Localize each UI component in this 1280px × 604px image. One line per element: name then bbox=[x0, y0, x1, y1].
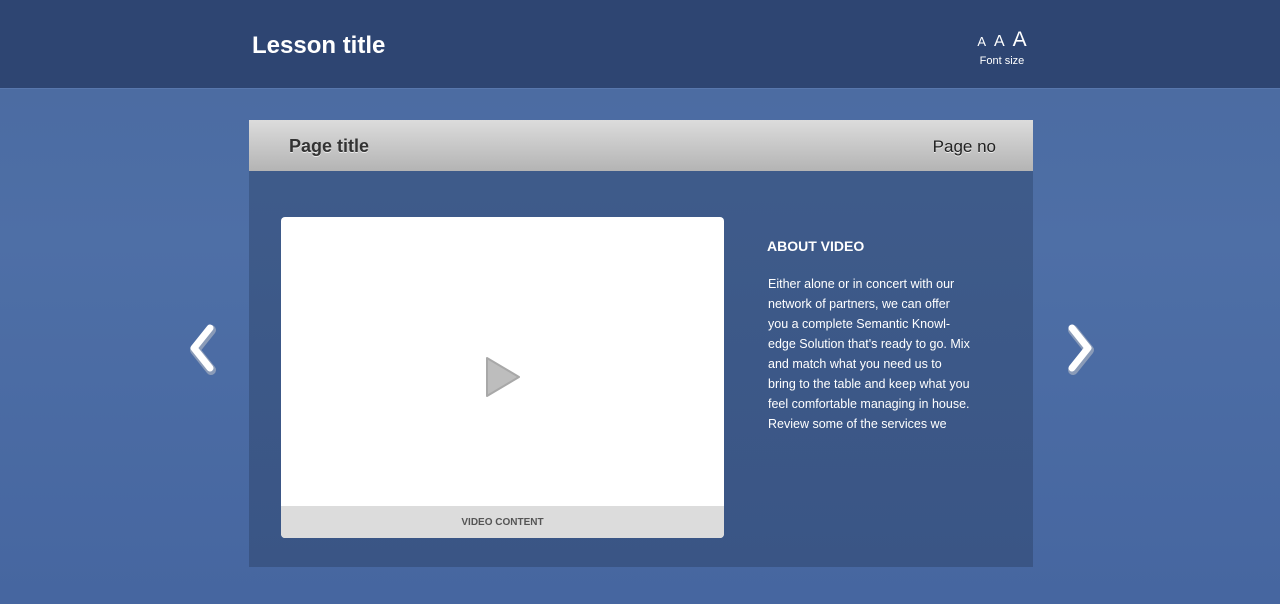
lesson-title: Lesson title bbox=[252, 32, 386, 59]
previous-page-button[interactable] bbox=[184, 322, 220, 376]
chevron-left-icon bbox=[190, 324, 216, 375]
about-text-line: bring to the table and keep what you bbox=[768, 377, 970, 391]
page-header: Page title Page no bbox=[249, 120, 1033, 171]
about-text-line: network of partners, we can offer bbox=[768, 297, 950, 311]
about-text-line: edge Solution that's ready to go. Mix bbox=[768, 337, 970, 351]
font-size-control: A A A Font size bbox=[972, 29, 1032, 68]
page-title: Page title bbox=[289, 136, 370, 156]
font-size-small-button[interactable]: A bbox=[977, 32, 986, 52]
video-caption-bar: VIDEO CONTENT bbox=[281, 506, 724, 538]
page-number: Page no bbox=[932, 137, 996, 156]
play-button[interactable] bbox=[484, 355, 522, 399]
font-size-medium-button[interactable]: A bbox=[994, 32, 1005, 52]
next-page-button[interactable] bbox=[1062, 322, 1098, 376]
top-bar: Lesson title A A A Font size bbox=[0, 0, 1280, 89]
font-size-large-button[interactable]: A bbox=[1013, 29, 1027, 50]
chevron-right-icon bbox=[1068, 324, 1094, 375]
play-icon bbox=[486, 357, 520, 397]
about-text-line: and match what you need us to bbox=[768, 357, 942, 371]
font-size-options: A A A bbox=[972, 29, 1032, 52]
about-video-heading: ABOUT VIDEO bbox=[767, 238, 865, 254]
video-content-label: VIDEO CONTENT bbox=[461, 517, 544, 528]
about-text-line: Either alone or in concert with our bbox=[768, 277, 955, 291]
content-panel: Page title Page no VIDEO CONTENT ABOUT V… bbox=[249, 120, 1033, 567]
video-player[interactable]: VIDEO CONTENT bbox=[281, 217, 724, 538]
about-text-line: feel comfortable managing in house. bbox=[768, 397, 970, 411]
font-size-label: Font size bbox=[979, 55, 1025, 67]
about-text-line: Review some of the services we bbox=[768, 417, 947, 431]
about-text-line: you a complete Semantic Knowl- bbox=[768, 317, 951, 331]
about-video-description: Either alone or in concert with our netw… bbox=[768, 274, 996, 434]
